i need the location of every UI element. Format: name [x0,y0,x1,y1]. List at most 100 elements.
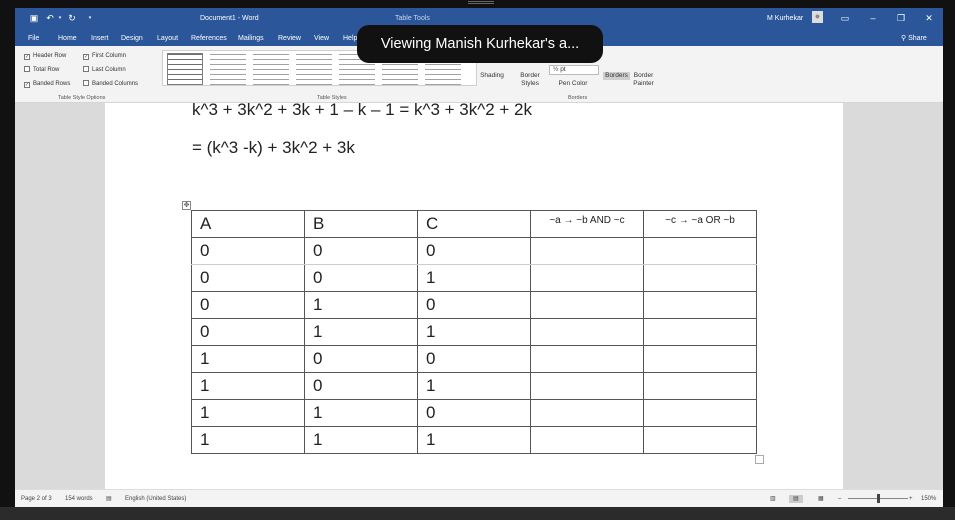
shading-button[interactable]: Shading [480,72,504,80]
save-icon[interactable]: ▣ [29,13,39,23]
table-cell[interactable]: 1 [191,372,305,400]
close-icon[interactable]: ✕ [924,13,934,23]
avatar[interactable]: ● [812,11,823,23]
table-cell[interactable]: 1 [304,399,418,427]
table-cell[interactable]: 1 [417,426,531,454]
table-cell[interactable]: 0 [304,345,418,373]
table-header-cell[interactable]: ~a → ~b AND ~c [530,210,644,238]
minimize-icon[interactable]: – [868,13,878,23]
proofing-icon[interactable]: ▤ [106,495,112,503]
table-cell[interactable] [530,372,644,400]
border-styles-button[interactable]: Border Styles [513,72,547,88]
share-button[interactable]: ⚲ Share [901,34,927,43]
table-cell[interactable]: 1 [417,264,531,292]
restore-icon[interactable]: ❐ [896,13,906,23]
redo-icon[interactable]: ↻ [67,13,77,23]
page-count[interactable]: Page 2 of 3 [21,495,52,503]
table-cell[interactable] [643,291,757,319]
table-cell[interactable] [530,291,644,319]
table-resize-handle-icon[interactable] [755,455,764,464]
zoom-in-icon[interactable]: + [909,495,913,503]
web-layout-icon[interactable]: ▦ [818,495,824,503]
table-style-thumb[interactable] [210,53,246,85]
tab-references[interactable]: References [191,34,227,43]
border-painter-button[interactable]: Border Painter [630,72,657,88]
pen-color-button[interactable]: Pen Color [545,80,601,88]
table-cell[interactable]: 1 [304,426,418,454]
tab-file[interactable]: File [28,34,39,43]
drag-grip-icon[interactable] [468,1,494,4]
table-cell[interactable] [643,345,757,373]
table-cell[interactable]: 0 [417,345,531,373]
table-cell[interactable]: 0 [191,237,305,265]
tab-view[interactable]: View [314,34,329,43]
table-cell[interactable]: 1 [417,318,531,346]
table-cell[interactable] [530,345,644,373]
tab-home[interactable]: Home [58,34,77,43]
table-cell[interactable]: 1 [191,345,305,373]
pen-weight-select[interactable]: ½ pt [549,65,599,75]
first-column-option[interactable]: ✓ First Column [83,52,126,60]
table-cell[interactable]: 1 [304,291,418,319]
header-row-option[interactable]: ✓ Header Row [24,52,66,60]
table-cell[interactable] [643,318,757,346]
table-cell[interactable]: 1 [191,399,305,427]
truth-table[interactable]: A B C ~a → ~b AND ~c ~c → ~a OR ~b 0 0 0… [191,210,757,454]
table-cell[interactable]: 0 [304,372,418,400]
table-cell[interactable] [530,264,644,292]
tab-insert[interactable]: Insert [91,34,109,43]
table-cell[interactable] [643,399,757,427]
banded-rows-option[interactable]: ✓ Banded Rows [24,80,70,88]
table-cell[interactable]: 1 [191,426,305,454]
table-cell[interactable]: 0 [191,264,305,292]
table-cell[interactable]: 0 [417,399,531,427]
table-cell[interactable]: 1 [417,372,531,400]
table-header-cell[interactable]: A [191,210,305,238]
undo-icon[interactable]: ↶ [45,13,55,23]
tab-design[interactable]: Design [121,34,143,43]
zoom-level[interactable]: 150% [921,495,936,503]
tab-help[interactable]: Help [343,34,357,43]
checkbox-icon[interactable] [83,80,89,86]
total-row-option[interactable]: Total Row [24,66,59,74]
banded-columns-option[interactable]: Banded Columns [83,80,138,88]
checkbox-icon[interactable]: ✓ [83,54,89,60]
tab-layout[interactable]: Layout [157,34,178,43]
last-column-option[interactable]: Last Column [83,66,126,74]
table-style-thumb[interactable] [253,53,289,85]
table-cell[interactable] [530,426,644,454]
checkbox-icon[interactable]: ✓ [24,54,30,60]
print-layout-icon[interactable]: ▤ [789,495,803,503]
read-mode-icon[interactable]: ▥ [770,495,776,503]
table-cell[interactable] [530,318,644,346]
table-header-cell[interactable]: ~c → ~a OR ~b [643,210,757,238]
language-indicator[interactable]: English (United States) [125,495,186,503]
checkbox-icon[interactable]: ✓ [24,82,30,88]
tab-review[interactable]: Review [278,34,301,43]
table-header-cell[interactable]: B [304,210,418,238]
word-count[interactable]: 154 words [65,495,93,503]
tab-mailings[interactable]: Mailings [238,34,264,43]
table-cell[interactable] [643,237,757,265]
table-cell[interactable]: 0 [304,237,418,265]
zoom-slider-thumb[interactable] [877,494,880,503]
table-cell[interactable] [643,264,757,292]
table-cell[interactable] [643,372,757,400]
borders-button[interactable]: Borders [603,72,630,80]
checkbox-icon[interactable] [83,66,89,72]
table-cell[interactable]: 1 [304,318,418,346]
table-style-thumb[interactable] [167,53,203,85]
table-cell[interactable]: 0 [417,237,531,265]
table-cell[interactable]: 0 [191,318,305,346]
customize-icon[interactable]: ▾ [85,13,95,23]
table-cell[interactable]: 0 [417,291,531,319]
user-name[interactable]: M Kurhekar [767,14,803,24]
table-header-cell[interactable]: C [417,210,531,238]
table-cell[interactable] [530,237,644,265]
undo-dropdown-icon[interactable]: ▾ [55,13,65,23]
ribbon-display-icon[interactable]: ▭ [840,13,850,23]
table-move-handle-icon[interactable]: ✥ [182,201,191,210]
checkbox-icon[interactable] [24,66,30,72]
table-cell[interactable] [643,426,757,454]
table-style-thumb[interactable] [296,53,332,85]
